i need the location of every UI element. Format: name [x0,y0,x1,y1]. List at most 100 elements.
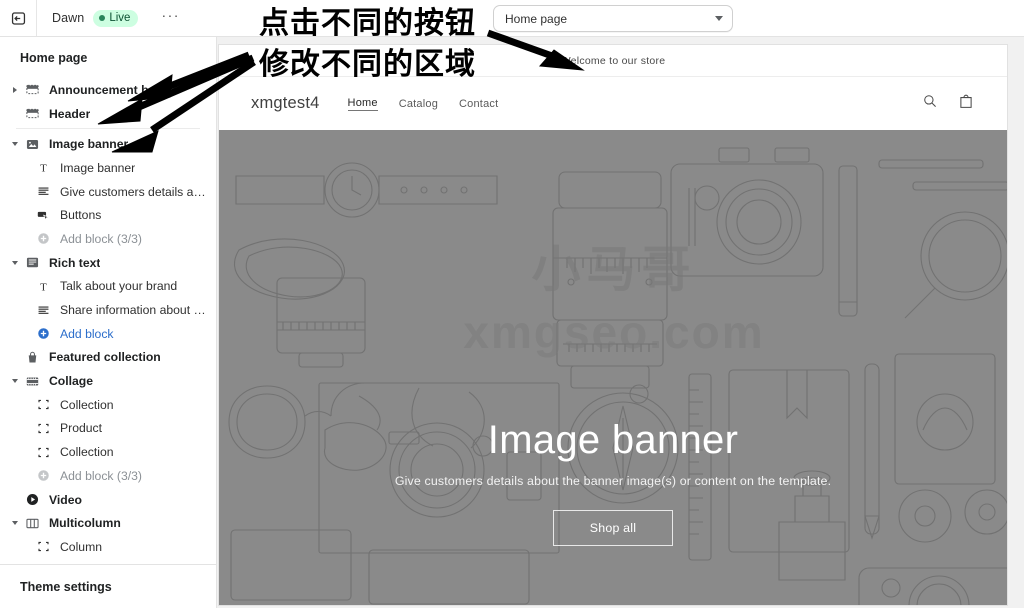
theme-settings-label: Theme settings [20,579,112,594]
disclosure-triangle [11,521,18,526]
sidebar-item-collage[interactable]: Collage [0,369,216,393]
page-title: Home page [20,51,88,65]
store-nav: Home Catalog Contact [347,97,499,111]
collage-icon [22,374,42,389]
nav-link-catalog[interactable]: Catalog [399,98,438,110]
paragraph-block-icon [33,303,53,318]
block-label: Collection [60,397,114,412]
block-label: Buttons [60,208,102,223]
header-icon [22,106,42,121]
block-label: Talk about your brand [60,279,178,294]
customizer-window: Dawn Live ··· Home page Home page Announ… [0,0,1024,608]
video-icon [22,492,42,507]
block-label: Collection [60,445,114,460]
block-label: Product [60,421,103,436]
preview-header[interactable]: xmgtest4 Home Catalog Contact [219,77,1007,130]
block-label: Add block (3/3) [60,468,142,483]
add-block-button: Add block (3/3) [0,227,216,251]
sidebar-item-video[interactable]: Video [0,488,216,512]
sidebar-item-image-banner[interactable]: Image banner [0,132,216,156]
block-label: Give customers details about t… [60,184,208,199]
section-label: Video [49,492,82,507]
more-menu-button[interactable]: ··· [155,8,186,26]
section-label: Featured collection [49,350,161,365]
svg-text:T: T [40,281,47,293]
block-item-collection[interactable]: Collection [0,440,216,464]
theme-meta: Dawn Live ··· [37,8,186,27]
live-dot-icon [99,15,106,21]
search-icon[interactable] [922,93,938,114]
sidebar-item-rich-text[interactable]: Rich text [0,251,216,275]
store-name: xmgtest4 [251,94,320,112]
chevron-down-icon[interactable] [7,142,22,147]
preview-announcement-bar[interactable]: Welcome to our store [219,45,1007,77]
storefront-preview[interactable]: Welcome to our store xmgtest4 Home Catal… [218,44,1008,606]
exit-left-icon[interactable] [0,0,37,36]
block-item-column[interactable]: Column [0,535,216,559]
nav-link-home[interactable]: Home [347,97,378,111]
placeholder-block-icon [33,539,53,554]
section-label: Multicolumn [49,516,121,531]
section-label: Header [49,106,91,121]
page-selector-value: Home page [505,11,568,26]
status-badge: Live [93,9,139,27]
theme-name: Dawn [52,11,85,25]
section-label: Image banner [49,137,129,152]
svg-text:T: T [40,163,47,175]
sidebar-item-multicolumn[interactable]: Multicolumn [0,511,216,535]
buttons-block-icon [33,208,53,223]
block-label: Image banner [60,160,136,175]
section-label: Collage [49,374,94,389]
block-item-product[interactable]: Product [0,417,216,441]
banner-content: Image banner Give customers details abou… [219,418,1007,546]
plus-circle-icon [33,468,53,483]
chevron-down-icon [715,16,723,21]
banner-heading[interactable]: Image banner [219,418,1007,462]
chevron-down-icon[interactable] [7,379,22,384]
block-item-image-banner[interactable]: T Image banner [0,156,216,180]
preview-image-banner[interactable]: 小马哥 xmgseo.com Image banner Give custome… [219,130,1007,605]
add-block-button[interactable]: Add block [0,322,216,346]
nav-link-contact[interactable]: Contact [459,98,498,110]
image-banner-icon [22,137,42,152]
header-actions [922,93,974,115]
page-selector[interactable]: Home page [493,5,733,32]
sidebar-item-featured-collection[interactable]: Featured collection [0,346,216,370]
announcement-text: Welcome to our store [560,54,666,67]
block-label: Add block [60,326,114,341]
block-label: Column [60,539,102,554]
multicolumn-icon [22,516,42,531]
text-block-icon: T [33,160,53,175]
block-item-share-information-about-your[interactable]: Share information about your b… [0,298,216,322]
disclosure-triangle [11,142,18,147]
section-label: Rich text [49,255,101,270]
banner-subheading[interactable]: Give customers details about the banner … [219,474,1007,488]
rich-text-icon [22,255,42,270]
placeholder-block-icon [33,397,53,412]
chevron-down-icon[interactable] [7,260,22,265]
block-item-talk-about-your-brand[interactable]: T Talk about your brand [0,275,216,299]
shop-all-button[interactable]: Shop all [552,510,674,546]
block-item-collection[interactable]: Collection [0,393,216,417]
disclosure-triangle [11,379,18,384]
placeholder-block-icon [33,445,53,460]
sidebar-item-theme-settings[interactable]: Theme settings [0,564,216,608]
section-divider [16,128,200,130]
chevron-right-icon[interactable] [7,86,22,93]
disclosure-triangle [12,86,17,93]
section-label: Announcement bar [49,82,161,97]
sections-sidebar: Home page Announcement bar Header Image ba… [0,37,217,608]
block-item-give-customers-details-about[interactable]: Give customers details about t… [0,180,216,204]
text-block-icon: T [33,279,53,294]
sections-list[interactable]: Announcement bar Header Image banner T Image… [0,78,216,570]
status-badge-label: Live [109,11,131,24]
announcement-bar-icon [22,82,42,97]
sidebar-item-announcement-bar[interactable]: Announcement bar [0,78,216,102]
plus-circle-icon [33,231,53,246]
sidebar-item-header[interactable]: Header [0,102,216,126]
block-item-buttons[interactable]: Buttons [0,203,216,227]
chevron-down-icon[interactable] [7,521,22,526]
shopping-bag-icon[interactable] [958,93,974,115]
block-label: Add block (3/3) [60,231,142,246]
placeholder-block-icon [33,421,53,436]
